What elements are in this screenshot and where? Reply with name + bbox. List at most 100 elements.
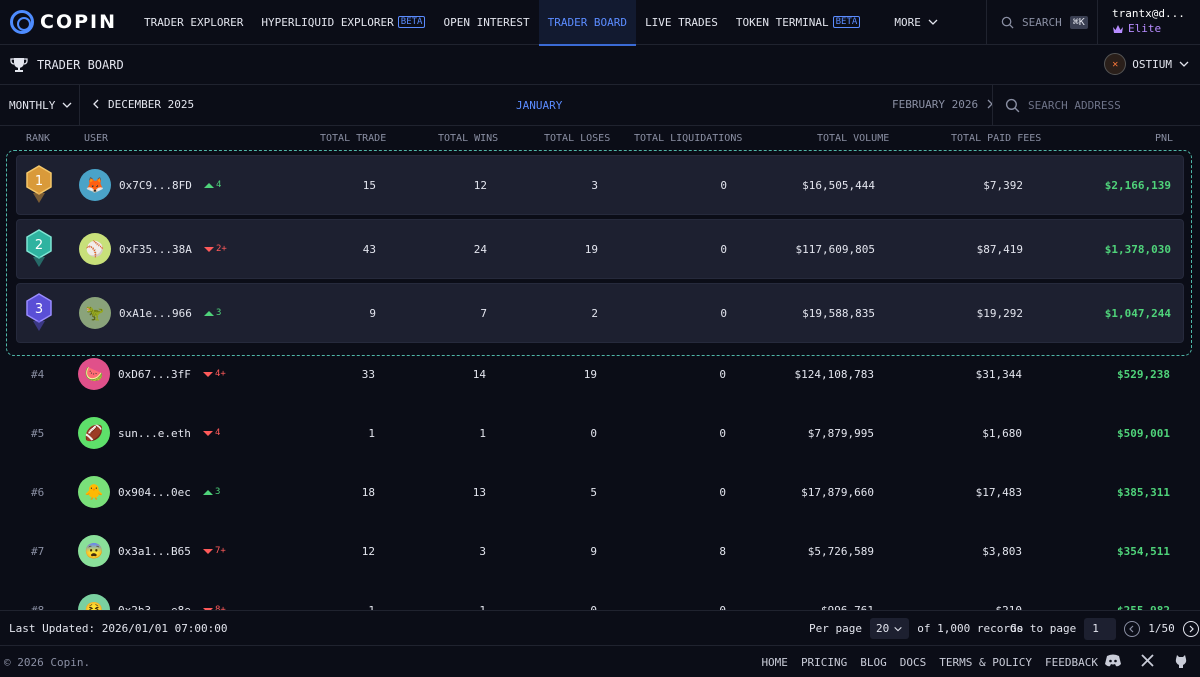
col-pnl[interactable]: PNL bbox=[1155, 133, 1173, 144]
nav-trader-board[interactable]: TRADER BOARD bbox=[538, 0, 637, 46]
rank-change-value: 3 bbox=[215, 487, 221, 497]
avatar-cell: ⚾ bbox=[79, 220, 111, 278]
chevron-down-icon bbox=[928, 19, 938, 25]
avatar[interactable]: 🏈 bbox=[78, 417, 110, 449]
prev-month-button[interactable]: DECEMBER 2025 bbox=[92, 98, 194, 111]
trader-address[interactable]: 0xA1e...966 bbox=[119, 284, 192, 342]
table-row[interactable]: #7 😨 0x3a1...B65 7+ 12 3 9 8 $5,726,589 … bbox=[0, 521, 1200, 581]
social-links bbox=[1105, 654, 1188, 668]
total-liquidations: 0 bbox=[719, 367, 726, 381]
arrow-down-icon bbox=[203, 548, 213, 554]
user-menu[interactable]: trantx@d... Elite bbox=[1112, 7, 1185, 35]
col-total-liquidations[interactable]: TOTAL LIQUIDATIONS bbox=[634, 133, 742, 144]
pnl-value: $1,378,030 bbox=[1104, 242, 1171, 256]
total-volume: $19,588,835 bbox=[802, 306, 875, 320]
go-to-page-control: Go to page 1/50 bbox=[1010, 611, 1199, 646]
next-month-button[interactable]: FEBRUARY 2026 bbox=[892, 98, 994, 111]
nav-hyperliquid-explorer[interactable]: HYPERLIQUID EXPLORER BETA bbox=[252, 0, 434, 45]
table-row[interactable]: 1 🦊 0x7C9...8FD 4 15 12 3 0 $16,505,444 … bbox=[16, 155, 1184, 215]
total-wins: 3 bbox=[479, 544, 486, 558]
pnl-value: $354,511 bbox=[1117, 544, 1170, 558]
total-wins: 24 bbox=[473, 242, 487, 256]
total-paid-fees: $17,483 bbox=[975, 485, 1022, 499]
page-number-input[interactable] bbox=[1084, 617, 1117, 640]
nav-token-terminal[interactable]: TOKEN TERMINAL BETA bbox=[727, 0, 869, 45]
nav-live-trades[interactable]: LIVE TRADES bbox=[636, 0, 727, 45]
rank-change-value: 7+ bbox=[215, 546, 226, 556]
avatar[interactable]: 🦖 bbox=[79, 297, 111, 329]
total-volume: $5,726,589 bbox=[807, 544, 874, 558]
chevron-right-icon bbox=[1189, 625, 1194, 632]
footer-link-terms[interactable]: TERMS & POLICY bbox=[939, 656, 1032, 669]
footer-link-feedback[interactable]: FEEDBACK bbox=[1045, 656, 1098, 669]
next-page-button[interactable] bbox=[1182, 620, 1199, 637]
avatar[interactable]: 😨 bbox=[78, 535, 110, 567]
rank-medal-icon: 1 bbox=[26, 165, 52, 203]
trader-address[interactable]: 0x904...0ec bbox=[118, 462, 191, 522]
next-month-label: FEBRUARY 2026 bbox=[892, 98, 979, 111]
x-twitter-icon[interactable] bbox=[1141, 654, 1154, 667]
trader-address[interactable]: 0xF35...38A bbox=[119, 220, 192, 278]
search-icon bbox=[1005, 98, 1020, 112]
footer-link-pricing[interactable]: PRICING bbox=[801, 656, 847, 669]
col-rank[interactable]: RANK bbox=[26, 133, 50, 144]
nav-trader-explorer[interactable]: TRADER EXPLORER bbox=[135, 0, 252, 45]
period-type-select[interactable]: MONTHLY bbox=[0, 85, 80, 125]
protocol-selector[interactable]: ✕ OSTIUM bbox=[1104, 53, 1190, 75]
total-loses: 5 bbox=[590, 485, 597, 499]
trader-address[interactable]: 0x7C9...8FD bbox=[119, 156, 192, 214]
per-page-select[interactable]: 20 bbox=[869, 618, 910, 639]
total-volume: $17,879,660 bbox=[801, 485, 874, 499]
prev-page-button[interactable] bbox=[1124, 620, 1141, 637]
address-search bbox=[992, 85, 1200, 125]
col-total-trade[interactable]: TOTAL TRADE bbox=[320, 133, 386, 144]
nav-label: TOKEN TERMINAL bbox=[735, 15, 829, 29]
footer-link-blog[interactable]: BLOG bbox=[860, 656, 887, 669]
total-loses: 0 bbox=[590, 426, 597, 440]
total-loses: 19 bbox=[584, 242, 598, 256]
global-search-button[interactable]: SEARCH ⌘K bbox=[986, 0, 1098, 45]
avatar[interactable]: ⚾ bbox=[79, 233, 111, 265]
copin-logo[interactable]: COPIN bbox=[0, 10, 135, 34]
current-month: JANUARY bbox=[516, 99, 563, 112]
col-total-wins[interactable]: TOTAL WINS bbox=[438, 133, 498, 144]
trader-address[interactable]: sun...e.eth bbox=[118, 403, 191, 463]
table-row[interactable]: #5 🏈 sun...e.eth 4 1 1 0 0 $7,879,995 $1… bbox=[0, 403, 1200, 463]
address-search-input[interactable] bbox=[1028, 98, 1188, 112]
table-row[interactable]: 2 ⚾ 0xF35...38A 2+ 43 24 19 0 $117,609,8… bbox=[16, 219, 1184, 279]
arrow-up-icon bbox=[204, 182, 214, 188]
rank-label: #4 bbox=[31, 367, 45, 381]
pnl-value: $1,047,244 bbox=[1104, 306, 1171, 320]
total-paid-fees: $3,803 bbox=[982, 544, 1022, 558]
total-wins: 13 bbox=[472, 485, 486, 499]
rank-change-value: 4+ bbox=[215, 369, 226, 379]
top-navigation: COPIN TRADER EXPLORER HYPERLIQUID EXPLOR… bbox=[0, 0, 1200, 46]
rank-change-value: 2+ bbox=[216, 244, 227, 254]
nav-more[interactable]: MORE bbox=[885, 0, 948, 45]
col-total-volume[interactable]: TOTAL VOLUME bbox=[817, 133, 889, 144]
nav-open-interest[interactable]: OPEN INTEREST bbox=[434, 0, 538, 45]
total-liquidations: 0 bbox=[720, 242, 727, 256]
table-row[interactable]: #6 🐥 0x904...0ec 3 18 13 5 0 $17,879,660… bbox=[0, 462, 1200, 522]
col-total-paid-fees[interactable]: TOTAL PAID FEES bbox=[951, 133, 1041, 144]
pagination-bar: Last Updated: 2026/01/01 07:00:00 Per pa… bbox=[0, 610, 1200, 645]
total-trade: 15 bbox=[362, 178, 376, 192]
avatar[interactable]: 🐥 bbox=[78, 476, 110, 508]
table-row[interactable]: 3 🦖 0xA1e...966 3 9 7 2 0 $19,588,835 $1… bbox=[16, 283, 1184, 343]
avatar[interactable]: 🦊 bbox=[79, 169, 111, 201]
github-icon[interactable] bbox=[1174, 654, 1188, 668]
footer-link-home[interactable]: HOME bbox=[761, 656, 788, 669]
trader-address[interactable]: 0xD67...3fF bbox=[118, 344, 191, 404]
footer-link-docs[interactable]: DOCS bbox=[900, 656, 927, 669]
col-total-loses[interactable]: TOTAL LOSES bbox=[544, 133, 610, 144]
discord-icon[interactable] bbox=[1105, 654, 1121, 667]
table-row[interactable]: #4 🍉 0xD67...3fF 4+ 33 14 19 0 $124,108,… bbox=[0, 344, 1200, 404]
crown-icon bbox=[1113, 24, 1123, 33]
total-liquidations: 0 bbox=[720, 306, 727, 320]
total-wins: 7 bbox=[480, 306, 487, 320]
avatar[interactable]: 🍉 bbox=[78, 358, 110, 390]
total-loses: 3 bbox=[591, 178, 598, 192]
copyright: © 2026 Copin. bbox=[4, 656, 91, 669]
total-paid-fees: $19,292 bbox=[976, 306, 1023, 320]
trader-address[interactable]: 0x3a1...B65 bbox=[118, 521, 191, 581]
